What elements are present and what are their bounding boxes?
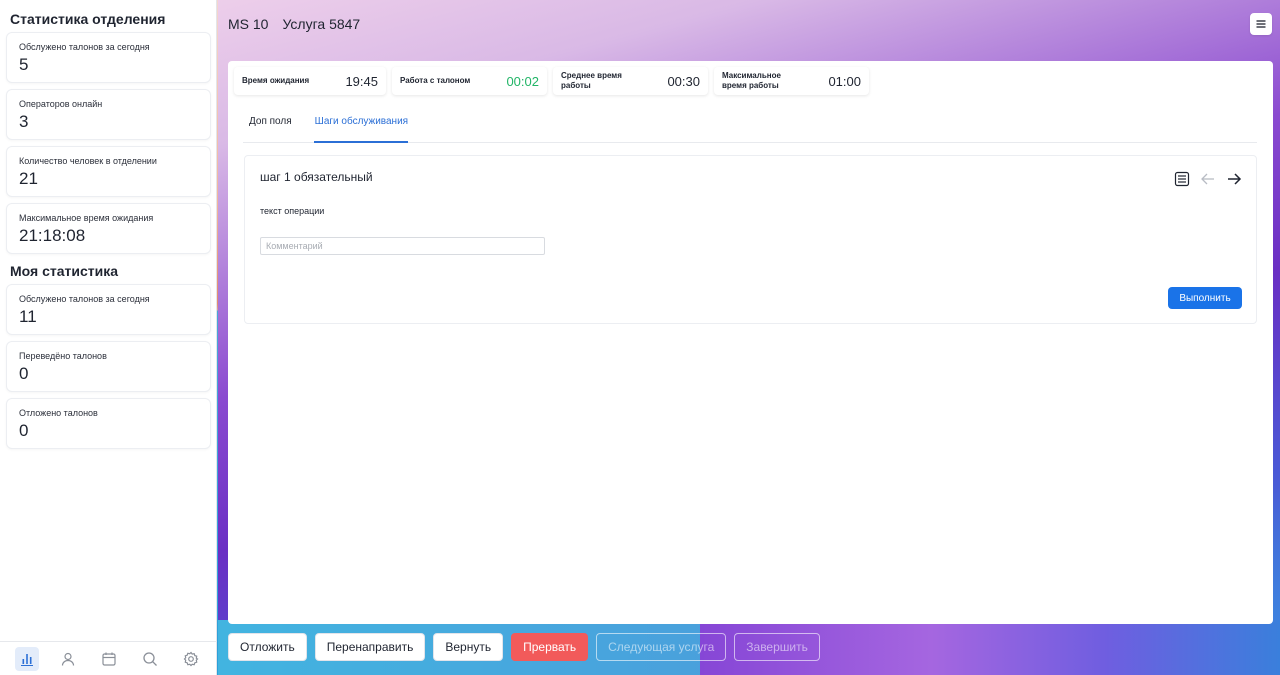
stat-card-my-served-today: Обслужено талонов за сегодня 11	[6, 284, 211, 335]
stat-card-operators-online: Операторов онлайн 3	[6, 89, 211, 140]
stat-label: Обслужено талонов за сегодня	[19, 42, 150, 52]
stat-value: 3	[19, 112, 29, 131]
menu-button[interactable]	[1250, 13, 1272, 35]
nav-statistics[interactable]	[14, 646, 39, 671]
stat-label: Переведёно талонов	[19, 351, 107, 361]
department-stats-title: Статистика отделения	[10, 11, 166, 27]
stat-label: Операторов онлайн	[19, 99, 103, 109]
list-icon[interactable]	[1174, 171, 1190, 187]
stat-card-my-transferred: Переведёно талонов 0	[6, 341, 211, 392]
stat-label: Количество человек в отделении	[19, 156, 157, 166]
timers-row: Время ожидания 19:45 Работа с талоном 00…	[234, 67, 1267, 95]
stat-value: 11	[19, 307, 37, 326]
timer-label: Максимальное время работы	[722, 71, 781, 90]
timer-value: 01:00	[828, 73, 861, 89]
nav-profile[interactable]	[56, 647, 80, 671]
stat-value: 0	[19, 364, 29, 383]
tabs: Доп поля Шаги обслуживания	[243, 115, 1257, 143]
stat-label: Обслужено талонов за сегодня	[19, 294, 150, 304]
sidebar-nav	[0, 641, 217, 675]
timer-max-work: Максимальное время работы 01:00	[714, 67, 869, 95]
return-button[interactable]: Вернуть	[433, 633, 504, 661]
calendar-icon	[101, 652, 116, 666]
nav-settings[interactable]	[179, 647, 203, 671]
timer-label: Работа с талоном	[400, 76, 471, 85]
tab-extra-fields[interactable]: Доп поля	[243, 115, 292, 143]
stat-value: 21	[19, 169, 38, 188]
postpone-button[interactable]: Отложить	[228, 633, 307, 661]
hamburger-icon	[1256, 20, 1266, 28]
timer-waiting: Время ожидания 19:45	[234, 67, 386, 95]
stat-value: 5	[19, 55, 29, 74]
step-text: текст операции	[260, 206, 325, 216]
timer-value: 19:45	[345, 73, 378, 89]
finish-button[interactable]: Завершить	[734, 633, 820, 661]
redirect-button[interactable]: Перенаправить	[314, 633, 426, 661]
gear-icon	[183, 651, 198, 666]
nav-calendar[interactable]	[97, 647, 121, 671]
chart-icon	[20, 653, 33, 666]
abort-button[interactable]: Прервать	[511, 633, 589, 661]
tab-service-steps[interactable]: Шаги обслуживания	[313, 115, 409, 143]
stat-label: Отложено талонов	[19, 408, 98, 418]
service-title: Услуга 5847	[282, 16, 361, 32]
action-bar: Отложить Перенаправить Вернуть Прервать …	[228, 633, 820, 661]
timer-value: 00:02	[506, 73, 539, 89]
execute-button[interactable]: Выполнить	[1168, 287, 1242, 309]
main-panel: Время ожидания 19:45 Работа с талоном 00…	[228, 61, 1273, 624]
timer-label: Время ожидания	[242, 76, 310, 85]
user-icon	[61, 652, 74, 666]
step-nav	[1174, 171, 1242, 187]
step-card: шаг 1 обязательный текст операции Выполн…	[244, 155, 1257, 324]
arrow-left-icon[interactable]	[1200, 171, 1216, 187]
nav-search[interactable]	[138, 647, 162, 671]
my-stats-title: Моя статистика	[10, 263, 119, 279]
timer-ticket-work: Работа с талоном 00:02	[392, 67, 547, 95]
sidebar: Статистика отделения Обслужено талонов з…	[0, 0, 217, 675]
top-header: MS 10 Услуга 5847	[218, 0, 1280, 48]
timer-value: 00:30	[667, 73, 700, 89]
arrow-right-icon[interactable]	[1226, 171, 1242, 187]
comment-input[interactable]	[260, 237, 545, 255]
timer-label: Среднее время работы	[561, 71, 622, 90]
window-code: MS 10	[228, 16, 269, 32]
stat-card-max-wait-time: Максимальное время ожидания 21:18:08	[6, 203, 211, 254]
stat-value: 21:18:08	[19, 226, 86, 245]
search-icon	[142, 651, 157, 666]
stat-label: Максимальное время ожидания	[19, 213, 154, 223]
stat-card-my-postponed: Отложено талонов 0	[6, 398, 211, 449]
stat-card-people-in-department: Количество человек в отделении 21	[6, 146, 211, 197]
next-service-button[interactable]: Следующая услуга	[596, 633, 727, 661]
stat-card-served-today: Обслужено талонов за сегодня 5	[6, 32, 211, 83]
timer-average-work: Среднее время работы 00:30	[553, 67, 708, 95]
stat-value: 0	[19, 421, 29, 440]
step-title: шаг 1 обязательный	[260, 170, 373, 184]
